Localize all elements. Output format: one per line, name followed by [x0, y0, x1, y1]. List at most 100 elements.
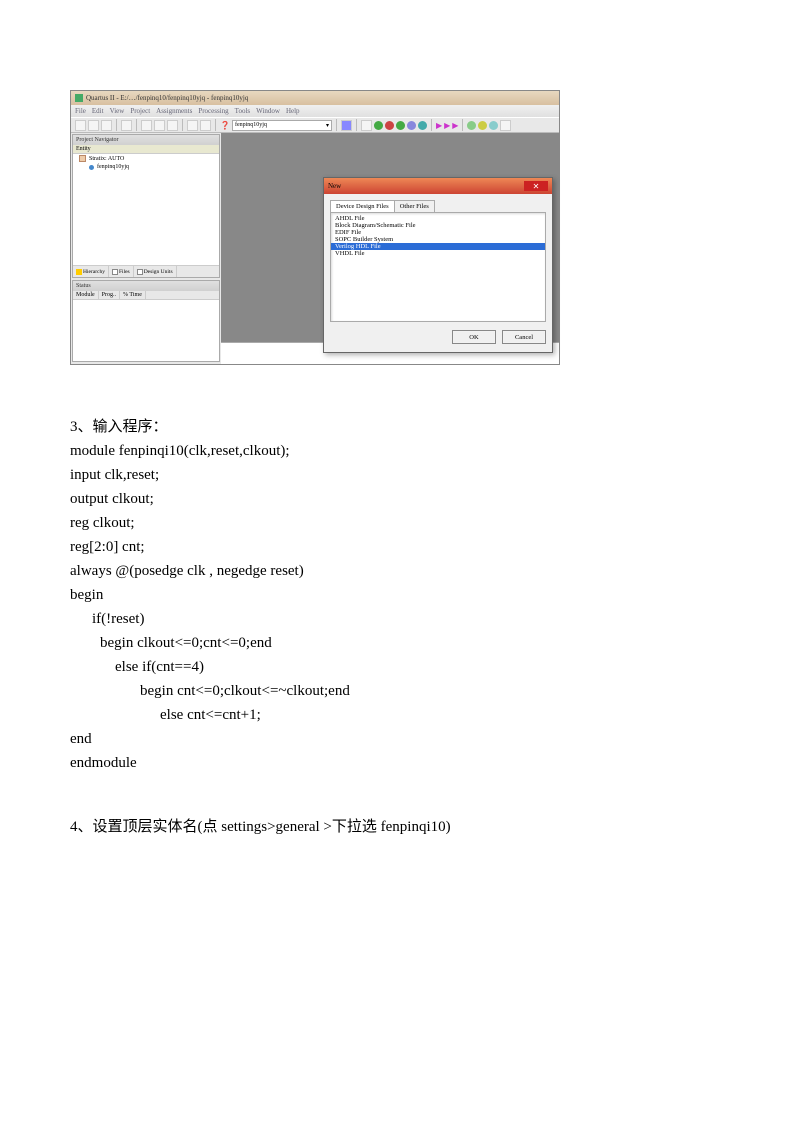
- toolbar-separator: [136, 119, 137, 131]
- tool-button[interactable]: [500, 120, 511, 131]
- status-dot-icon[interactable]: [374, 121, 383, 130]
- nav-device-label: Stratix: AUTO: [89, 156, 124, 162]
- list-item[interactable]: SOPC Builder System: [331, 236, 545, 243]
- code-line: module fenpinqi10(clk,reset,clkout);: [70, 439, 730, 463]
- code-line: output clkout;: [70, 487, 730, 511]
- tool-button[interactable]: [341, 120, 352, 131]
- menu-file[interactable]: File: [75, 107, 86, 115]
- panel-title: Status: [73, 281, 219, 291]
- toolbar-separator: [462, 119, 463, 131]
- copy-button[interactable]: [154, 120, 165, 131]
- save-button[interactable]: [101, 120, 112, 131]
- tab-design-units[interactable]: Design Units: [134, 266, 177, 277]
- code-line: reg[2:0] cnt;: [70, 535, 730, 559]
- nav-device-row[interactable]: Stratix: AUTO: [73, 154, 219, 163]
- section-4-heading: 4、设置顶层实体名(点 settings>general >下拉选 fenpin…: [70, 815, 730, 836]
- status-dot-icon[interactable]: [418, 121, 427, 130]
- help-icon[interactable]: ❓: [220, 121, 230, 130]
- file-type-list[interactable]: AHDL File Block Diagram/Schematic File E…: [330, 212, 546, 322]
- status-header: Module Prog.. % Time: [73, 291, 219, 300]
- paste-button[interactable]: [167, 120, 178, 131]
- nav-entity-label: fenpinq10yjq: [97, 164, 129, 170]
- menu-tools[interactable]: Tools: [235, 107, 250, 115]
- undo-button[interactable]: [187, 120, 198, 131]
- col-module: Module: [73, 291, 99, 299]
- menubar: File Edit View Project Assignments Proce…: [71, 105, 559, 117]
- code-line: end: [70, 727, 730, 751]
- redo-button[interactable]: [200, 120, 211, 131]
- list-item[interactable]: AHDL File: [331, 215, 545, 222]
- code-line: always @(posedge clk , negedge reset): [70, 559, 730, 583]
- toolbar-separator: [116, 119, 117, 131]
- status-dot-icon[interactable]: [385, 121, 394, 130]
- list-item[interactable]: VHDL File: [331, 250, 545, 257]
- window-titlebar: Quartus II - E:/…/fenpinq10/fenpinq10yjq…: [71, 91, 559, 105]
- tab-device-design-files[interactable]: Device Design Files: [330, 200, 395, 212]
- entity-icon: [89, 165, 94, 170]
- status-dot-icon[interactable]: [407, 121, 416, 130]
- code-line: begin clkout<=0;cnt<=0;end: [70, 631, 730, 655]
- col-time: % Time: [120, 291, 146, 299]
- close-button[interactable]: ✕: [524, 181, 548, 191]
- chip-icon: [79, 155, 86, 162]
- ok-button[interactable]: OK: [452, 330, 496, 344]
- cut-button[interactable]: [141, 120, 152, 131]
- status-panel: Status Module Prog.. % Time: [72, 280, 220, 362]
- list-item[interactable]: Block Diagram/Schematic File: [331, 222, 545, 229]
- list-item[interactable]: EDIF File: [331, 229, 545, 236]
- navigator-body: Entity Stratix: AUTO fenpinq10yjq: [73, 145, 219, 265]
- file-icon: [137, 269, 143, 275]
- tool-icon[interactable]: [489, 121, 498, 130]
- menu-project[interactable]: Project: [130, 107, 150, 115]
- menu-view[interactable]: View: [110, 107, 125, 115]
- code-line: endmodule: [70, 751, 730, 775]
- print-button[interactable]: [121, 120, 132, 131]
- dialog-tabs: Device Design Files Other Files: [330, 200, 546, 212]
- play-icon[interactable]: ▶: [436, 121, 442, 130]
- menu-window[interactable]: Window: [256, 107, 280, 115]
- code-line: reg clkout;: [70, 511, 730, 535]
- tool-icon[interactable]: [478, 121, 487, 130]
- status-dot-icon[interactable]: [396, 121, 405, 130]
- section-3-code: 3、输入程序： module fenpinqi10(clk,reset,clko…: [70, 415, 730, 775]
- menu-edit[interactable]: Edit: [92, 107, 104, 115]
- dialog-buttons: OK Cancel: [330, 322, 546, 344]
- fast-forward-icon[interactable]: ▶: [444, 121, 450, 130]
- tab-hierarchy[interactable]: Hierarchy: [73, 266, 109, 277]
- status-body: Module Prog.. % Time: [73, 291, 219, 361]
- toolbar-separator: [336, 119, 337, 131]
- code-line: else if(cnt==4): [70, 655, 730, 679]
- new-file-dialog: New ✕ Device Design Files Other Files AH…: [323, 177, 553, 353]
- dialog-title: New: [328, 182, 341, 190]
- app-icon: [75, 94, 83, 102]
- code-line: begin cnt<=0;clkout<=~clkout;end: [70, 679, 730, 703]
- code-line: input clk,reset;: [70, 463, 730, 487]
- entity-combo[interactable]: fenpinq10yjq ▾: [232, 120, 332, 131]
- toolbar: ❓ fenpinq10yjq ▾ ▶ ▶ ▶: [71, 117, 559, 133]
- toolbar-separator: [431, 119, 432, 131]
- nav-entity-row[interactable]: fenpinq10yjq: [73, 163, 219, 171]
- project-navigator-panel: Project Navigator Entity Stratix: AUTO f…: [72, 134, 220, 278]
- left-column: Project Navigator Entity Stratix: AUTO f…: [71, 133, 221, 364]
- new-button[interactable]: [75, 120, 86, 131]
- tool-icon[interactable]: [467, 121, 476, 130]
- tool-button[interactable]: [361, 120, 372, 131]
- code-line: begin: [70, 583, 730, 607]
- navigator-header: Entity: [73, 145, 219, 154]
- code-line: else cnt<=cnt+1;: [70, 703, 730, 727]
- play-icon[interactable]: ▶: [452, 121, 458, 130]
- quartus-screenshot: Quartus II - E:/…/fenpinq10/fenpinq10yjq…: [70, 90, 560, 365]
- list-item-selected[interactable]: Verilog HDL File: [331, 243, 545, 250]
- tab-other-files[interactable]: Other Files: [394, 200, 435, 212]
- toolbar-separator: [356, 119, 357, 131]
- combo-value: fenpinq10yjq: [235, 122, 267, 128]
- dialog-titlebar: New ✕: [324, 178, 552, 194]
- open-button[interactable]: [88, 120, 99, 131]
- menu-processing[interactable]: Processing: [198, 107, 228, 115]
- menu-help[interactable]: Help: [286, 107, 300, 115]
- cancel-button[interactable]: Cancel: [502, 330, 546, 344]
- panel-title: Project Navigator: [73, 135, 219, 145]
- toolbar-separator: [215, 119, 216, 131]
- tab-files[interactable]: Files: [109, 266, 134, 277]
- menu-assignments[interactable]: Assignments: [156, 107, 192, 115]
